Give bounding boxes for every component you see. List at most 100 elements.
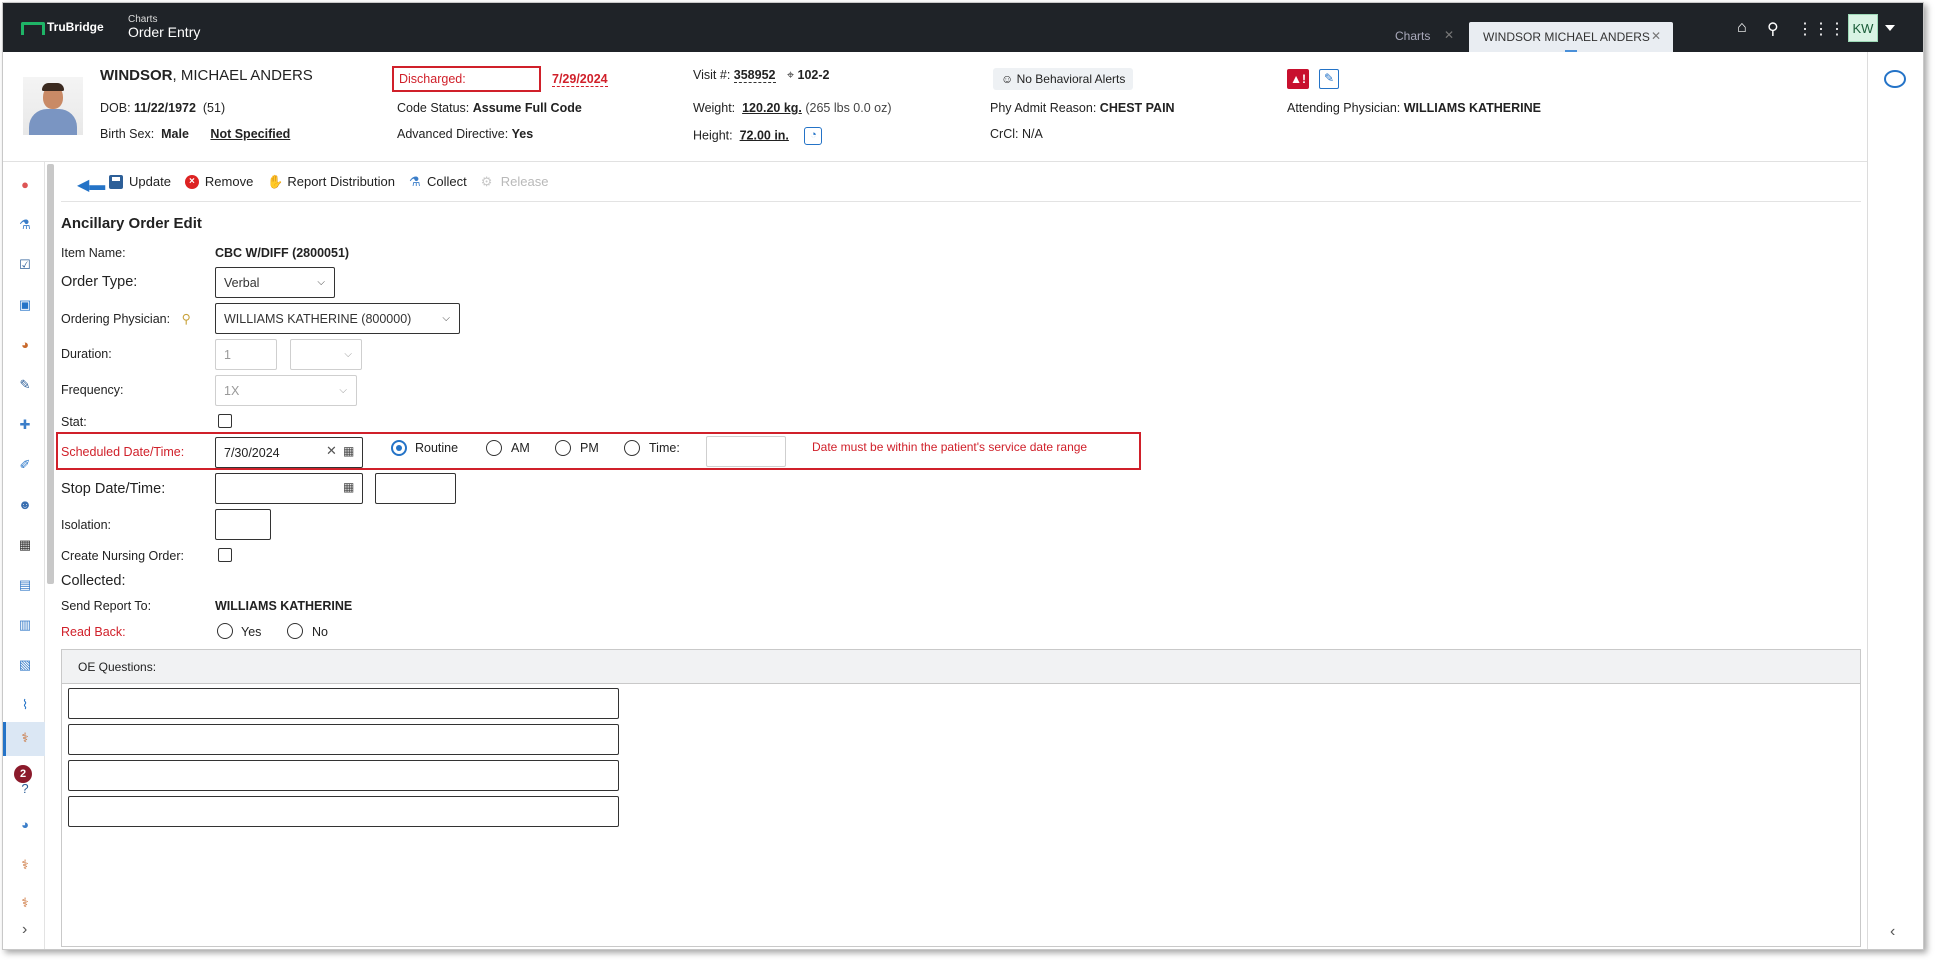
- patient-last-name: WINDSOR: [100, 67, 173, 84]
- tab-patient-chart[interactable]: WINDSOR MICHAEL ANDERS ✕: [1469, 22, 1673, 52]
- duration-input[interactable]: 1: [215, 339, 277, 370]
- clear-date-icon[interactable]: ✕: [326, 443, 337, 459]
- provider-nav-icon[interactable]: ☻: [17, 497, 33, 513]
- chevron-down-icon: ⌵: [339, 385, 347, 396]
- report-nav-icon[interactable]: ▧: [17, 657, 33, 673]
- attending-row: Attending Physician: WILLIAMS KATHERINE: [1287, 101, 1542, 115]
- measure-icon[interactable]: ◔: [804, 127, 823, 145]
- lab-flask-nav-icon[interactable]: ⚗: [17, 217, 33, 233]
- report-distribution-icon: ✋: [267, 173, 284, 189]
- oe-question-field[interactable]: [68, 760, 619, 791]
- report-distribution-button[interactable]: ✋ Report Distribution: [267, 174, 395, 189]
- nursing-order-checkbox[interactable]: [218, 548, 232, 562]
- height-link[interactable]: 72.00 in.: [740, 128, 789, 142]
- discharged-date-link[interactable]: 7/29/2024: [552, 72, 608, 87]
- read-back-yes-label: Yes: [241, 625, 262, 639]
- stop-date-label: Stop Date/Time:: [61, 481, 166, 497]
- syringe-nav-icon[interactable]: ✐: [17, 457, 33, 473]
- collected-label: Collected:: [61, 573, 126, 589]
- edit-icon[interactable]: ✎: [1319, 69, 1339, 89]
- behavioral-alerts-badge[interactable]: ☺ No Behavioral Alerts: [993, 68, 1134, 90]
- chart-nav-icon[interactable]: ◕: [17, 337, 33, 353]
- order-type-select[interactable]: Verbal ⌵: [215, 267, 335, 298]
- am-radio[interactable]: [486, 440, 502, 456]
- release-button[interactable]: ⚙ Release: [481, 174, 549, 189]
- back-arrow-icon[interactable]: ◀▬: [77, 175, 105, 194]
- imaging-nav-icon[interactable]: ▦: [17, 537, 33, 553]
- isolation-label: Isolation:: [61, 518, 112, 532]
- patient-name: WINDSOR, MICHAEL ANDERS: [100, 67, 313, 84]
- stop-date-input[interactable]: [215, 473, 363, 504]
- duration-unit-select[interactable]: ⌵: [290, 339, 362, 370]
- calendar-icon[interactable]: ▦: [343, 480, 354, 494]
- pm-radio[interactable]: [555, 440, 571, 456]
- orders-nav-icon[interactable]: ✎: [17, 377, 33, 393]
- read-back-no-label: No: [312, 625, 328, 639]
- meds-nav-icon[interactable]: ✚: [17, 417, 33, 433]
- isolation-input[interactable]: [215, 509, 271, 540]
- more-nav-icon[interactable]: ⚕: [17, 895, 33, 911]
- vertical-scrollbar[interactable]: [47, 164, 54, 584]
- physician-lookup-icon[interactable]: ⚲: [182, 312, 191, 326]
- oe-question-field[interactable]: [68, 796, 619, 827]
- user-menu-caret-icon[interactable]: [1885, 25, 1895, 31]
- send-report-value: WILLIAMS KATHERINE: [215, 599, 353, 613]
- read-back-no-radio[interactable]: [287, 623, 303, 639]
- time-radio[interactable]: [624, 440, 640, 456]
- stat-label: Stat:: [61, 415, 87, 429]
- questionnaire-nav-icon[interactable]: ?: [17, 781, 33, 797]
- frequency-select[interactable]: 1X ⌵: [215, 375, 357, 406]
- home-icon[interactable]: ⌂: [1737, 19, 1747, 37]
- alerts-nav-icon[interactable]: ●: [17, 177, 33, 193]
- order-entry-nav-icon[interactable]: ⚕: [17, 730, 33, 746]
- chevron-down-icon: ⌵: [317, 277, 325, 288]
- chevron-down-icon: ⌵: [344, 349, 352, 360]
- oe-question-field[interactable]: [68, 688, 619, 719]
- scheduled-time-input[interactable]: [706, 436, 786, 467]
- update-button[interactable]: Update: [109, 174, 171, 189]
- collect-button[interactable]: ⚗ Collect: [409, 174, 467, 189]
- weight-link[interactable]: 120.20 kg.: [742, 101, 802, 115]
- visit-row: Visit #: 358952 ⌖ 102-2: [693, 68, 830, 83]
- save-icon: [109, 174, 123, 189]
- tab-charts[interactable]: Charts: [1395, 29, 1430, 43]
- checklist-nav-icon[interactable]: ☑: [17, 257, 33, 273]
- tab-charts-close-icon[interactable]: ✕: [1444, 28, 1454, 42]
- read-back-yes-radio[interactable]: [217, 623, 233, 639]
- remove-button[interactable]: × Remove: [184, 174, 253, 189]
- gender-identity-link[interactable]: Not Specified: [210, 127, 290, 141]
- search-icon[interactable]: ⚲: [1767, 19, 1779, 39]
- allergy-alert-icon[interactable]: ▲!: [1287, 69, 1309, 89]
- ordering-physician-select[interactable]: WILLIAMS KATHERINE (800000) ⌵: [215, 303, 460, 334]
- ordering-physician-label: Ordering Physician: ⚲: [61, 312, 191, 326]
- stat-checkbox[interactable]: [218, 414, 232, 428]
- routine-radio[interactable]: [391, 440, 407, 456]
- user-avatar[interactable]: KW: [1848, 14, 1878, 42]
- chat-icon[interactable]: [1884, 70, 1906, 88]
- birth-sex-row: Birth Sex: Male Not Specified: [100, 127, 291, 141]
- attachment-nav-icon[interactable]: ⌇: [17, 697, 33, 713]
- calendar-icon[interactable]: ▦: [343, 444, 354, 458]
- monitor-nav-icon[interactable]: ▣: [17, 297, 33, 313]
- chevron-right-icon[interactable]: ›: [22, 921, 27, 939]
- notes-nav-icon[interactable]: ▥: [17, 617, 33, 633]
- visit-number-link[interactable]: 358952: [733, 68, 776, 83]
- logo[interactable]: TruBridge: [21, 20, 104, 35]
- admit-reason-value: CHEST PAIN: [1099, 101, 1175, 115]
- remove-icon: ×: [184, 174, 199, 189]
- results-nav-icon[interactable]: ◕: [17, 817, 33, 833]
- patient-banner: WINDSOR, MICHAEL ANDERS DOB: 11/22/1972 …: [3, 52, 1869, 162]
- document-nav-icon[interactable]: ▤: [17, 577, 33, 593]
- stop-time-input[interactable]: [375, 473, 456, 504]
- scheduled-date-input[interactable]: 7/30/2024: [215, 437, 363, 468]
- oe-question-field[interactable]: [68, 724, 619, 755]
- release-icon: ⚙: [480, 173, 493, 189]
- care-team-nav-icon[interactable]: ⚕: [17, 857, 33, 873]
- tab-patient-close-icon[interactable]: ✕: [1651, 29, 1661, 43]
- advanced-directive-row: Advanced Directive: Yes: [397, 127, 534, 141]
- dob-row: DOB: 11/22/1972 (51): [100, 101, 226, 115]
- chevron-left-icon[interactable]: ‹: [1890, 923, 1895, 941]
- flask-icon: ⚗: [409, 173, 421, 189]
- weight-row: Weight: 120.20 kg. (265 lbs 0.0 oz): [693, 101, 892, 115]
- apps-grid-icon[interactable]: ⋮⋮⋮: [1797, 19, 1845, 39]
